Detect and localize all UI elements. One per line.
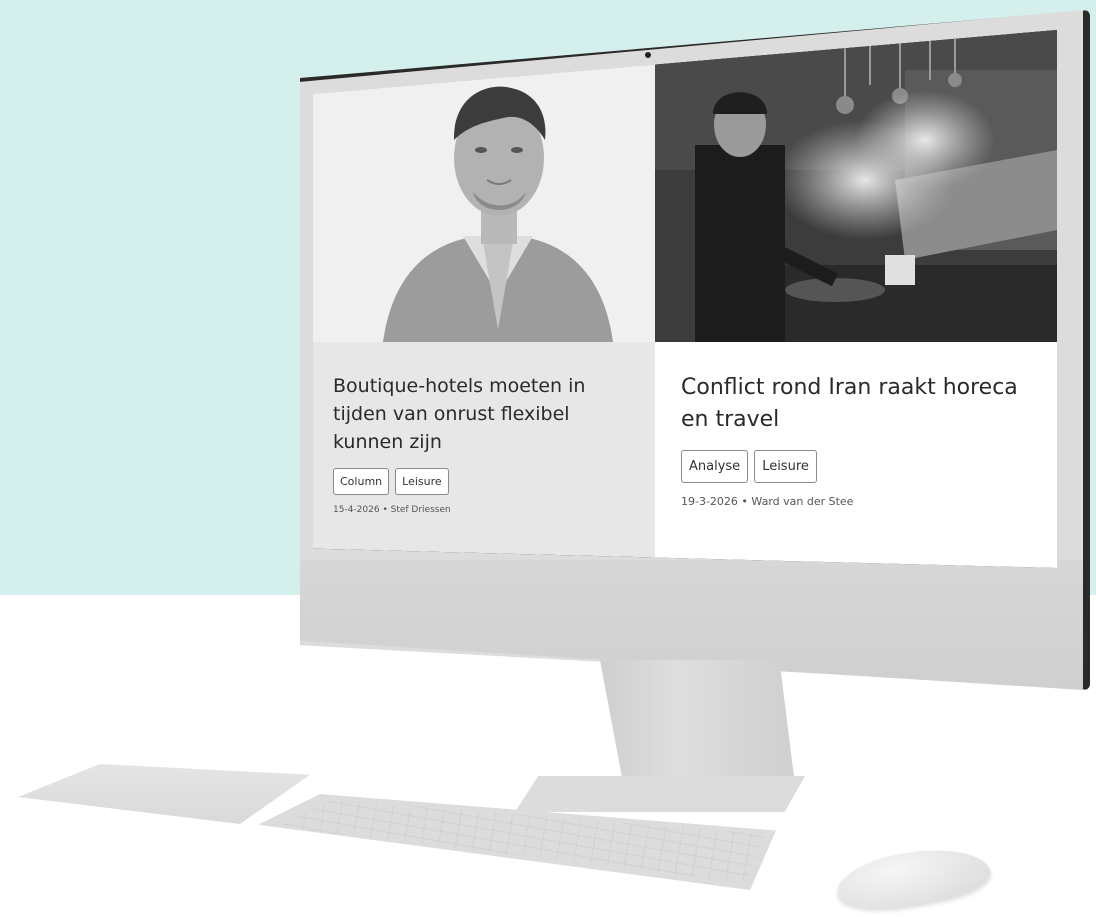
article-meta: 15-4-2026 • Stef Driessen (333, 505, 451, 515)
article-card-2[interactable]: Conflict rond Iran raakt horeca en trave… (655, 30, 1057, 568)
screen: Boutique-hotels moeten in tijden van onr… (313, 30, 1057, 568)
article-meta: 19-3-2026 • Ward van der Stee (681, 495, 854, 508)
tag-list: Analyse Leisure (675, 450, 1037, 483)
chef-kitchen-photo-icon (655, 30, 1057, 342)
article-card-1[interactable]: Boutique-hotels moeten in tijden van onr… (313, 30, 655, 568)
tag-list: Column Leisure (333, 468, 635, 495)
article-title[interactable]: Boutique-hotels moeten in tijden van onr… (333, 372, 635, 456)
camera-icon (645, 52, 651, 58)
monitor-stand (600, 660, 795, 785)
tag-analyse[interactable]: Analyse (681, 450, 749, 483)
monitor-stand-base (515, 776, 805, 812)
tag-column[interactable]: Column (333, 468, 390, 495)
article-title[interactable]: Conflict rond Iran raakt horeca en trave… (675, 372, 1037, 436)
tag-leisure[interactable]: Leisure (754, 450, 817, 483)
tag-leisure[interactable]: Leisure (395, 468, 449, 495)
article-image-kitchen[interactable] (655, 30, 1057, 342)
